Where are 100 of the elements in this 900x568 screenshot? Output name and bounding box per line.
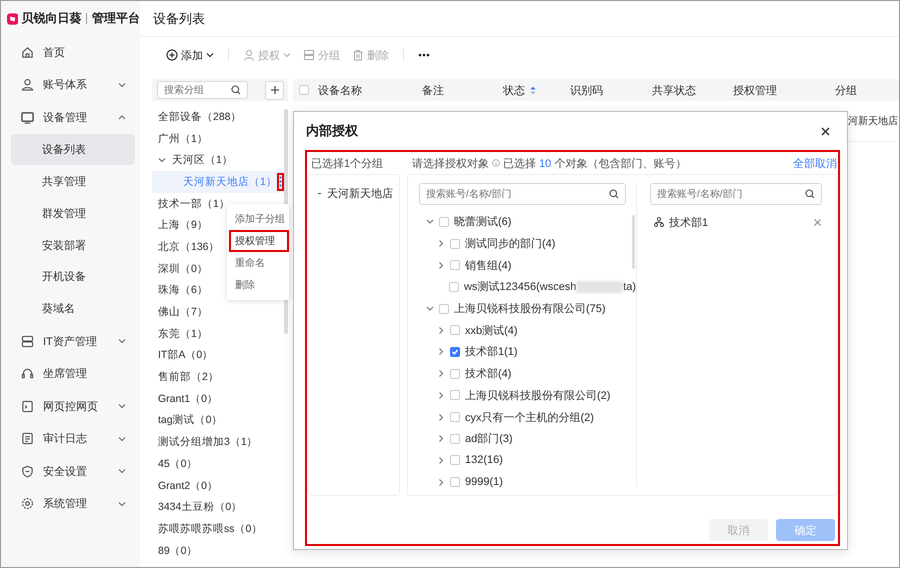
group-item[interactable]: Grant2（0） <box>152 474 288 496</box>
checkbox[interactable] <box>450 477 460 488</box>
chevron-icon[interactable] <box>437 414 445 421</box>
tree-item-label: cyx只有一个主机的分组(2) <box>465 410 594 425</box>
checkbox[interactable] <box>439 216 449 227</box>
checkbox[interactable] <box>299 85 309 95</box>
nav-item[interactable]: 设备列表 <box>11 134 135 166</box>
group-item[interactable]: 东莞（1） <box>152 322 288 345</box>
group-item[interactable]: tag测试（0） <box>152 410 288 432</box>
checkbox[interactable] <box>439 304 449 314</box>
chevron-icon[interactable] <box>437 392 445 399</box>
nav-item[interactable]: 共享管理 <box>11 166 135 197</box>
nav-item[interactable]: 首页 <box>1 36 140 68</box>
group-item[interactable]: 45（0） <box>152 453 288 475</box>
tree-item-label: xxb测试(4) <box>465 324 518 338</box>
column-header: 状态 <box>503 82 570 98</box>
tree-item-label: ad部门(3) <box>465 432 513 446</box>
nav-item[interactable]: 坐席管理 <box>1 357 140 390</box>
nav-item[interactable]: 账号体系 <box>1 68 140 101</box>
menu-item[interactable]: 重命名 <box>229 252 289 274</box>
add-group-button[interactable] <box>265 80 284 100</box>
group-item[interactable]: 测试分组增加3（1） <box>152 431 288 453</box>
chevron-icon[interactable] <box>437 435 445 442</box>
headset-icon <box>21 367 34 380</box>
group-item[interactable]: 广州（1） <box>152 128 288 150</box>
group-item[interactable]: 售前部（2） <box>152 366 288 388</box>
selected-group: 天河新天地店 <box>309 183 399 203</box>
column-header: 设备名称 <box>318 84 363 98</box>
menu-item[interactable]: 添加子分组 <box>229 208 289 230</box>
nav-item[interactable]: 安装部署 <box>11 230 135 260</box>
checkbox[interactable] <box>450 346 460 357</box>
table-cell-text: 河新天地店 <box>848 114 898 128</box>
group-icon <box>303 49 315 61</box>
more-icon[interactable] <box>418 53 430 57</box>
search-field[interactable]: 搜索账号/名称/部门 <box>419 183 626 205</box>
nav-item[interactable]: 群发管理 <box>11 198 135 229</box>
tree-item-label: 技术部(4) <box>465 366 512 382</box>
nav-item[interactable]: 安全设置 <box>1 454 140 488</box>
chevron-icon[interactable] <box>426 218 434 226</box>
menu-item[interactable]: 授权管理 <box>229 230 289 252</box>
group-item[interactable]: 89（0） <box>152 540 288 562</box>
chevron-icon[interactable] <box>437 348 445 356</box>
search-field[interactable]: 搜索账号/名称/部门 <box>650 183 822 205</box>
doc-icon <box>21 432 34 445</box>
group-item[interactable]: 苏喂苏喂苏喂ss（0） <box>152 518 288 540</box>
checkbox[interactable] <box>450 238 460 249</box>
caret-icon <box>206 52 214 58</box>
clear-all-link[interactable]: 全部取消 <box>793 156 837 170</box>
close-icon[interactable] <box>821 126 830 136</box>
checkbox[interactable] <box>450 455 460 466</box>
remove-icon[interactable] <box>814 218 821 226</box>
tree-item-label: 9999(1) <box>465 476 503 488</box>
brand-name: 贝锐向日葵 <box>21 10 82 27</box>
checkbox[interactable] <box>449 282 459 292</box>
tree-item-label: 上海贝锐科技股份有限公司(2) <box>465 388 610 403</box>
group-item[interactable]: 佛山（7） <box>152 301 288 323</box>
chevron-icon[interactable] <box>437 240 445 248</box>
search-field[interactable]: 搜索分组 <box>157 81 248 99</box>
home-icon <box>21 46 34 59</box>
checkbox[interactable] <box>450 368 460 379</box>
nav-item[interactable]: 审计日志 <box>1 422 140 455</box>
nav-item[interactable]: 设备管理 <box>1 101 140 134</box>
checkbox[interactable] <box>450 412 460 422</box>
nav-item[interactable]: 葵域名 <box>11 293 135 324</box>
group-item[interactable]: 全部设备（288） <box>152 106 288 128</box>
chevron-icon[interactable] <box>437 456 445 464</box>
tree-item-label: 上海贝锐科技股份有限公司(75) <box>454 302 606 316</box>
prompt-label: 请选择授权对象 <box>412 156 489 170</box>
checkbox[interactable] <box>450 434 460 444</box>
group-item[interactable]: IT部A（0） <box>152 344 288 366</box>
info-icon <box>492 159 500 167</box>
chevron-icon[interactable] <box>437 478 445 486</box>
checkbox[interactable] <box>450 325 460 336</box>
menu-item[interactable]: 删除 <box>229 274 289 296</box>
sort-icon[interactable] <box>530 86 536 94</box>
group-item[interactable]: 3434土豆粉（0） <box>152 496 288 518</box>
checkbox[interactable] <box>450 390 460 400</box>
column-header: 分组 <box>835 84 858 98</box>
nav-item[interactable]: 开机设备 <box>11 261 135 292</box>
product-name: 管理平台 <box>92 10 140 27</box>
chevron-icon[interactable] <box>437 370 445 378</box>
toolbar-button[interactable]: 添加 <box>164 48 216 62</box>
column-header: 授权管理 <box>733 84 778 98</box>
group-item[interactable]: 天河区（1） <box>152 149 288 172</box>
chevron-icon[interactable] <box>437 326 445 334</box>
nav-item[interactable]: 系统管理 <box>1 487 140 520</box>
chevron-icon[interactable] <box>437 262 445 269</box>
selection-count-text: 已选择 10 个对象（包含部门、账号） <box>503 156 686 170</box>
selected-groups-label: 已选择1个分组 <box>310 156 384 170</box>
tree-item-label: 测试同步的部门(4) <box>465 236 556 252</box>
tree-item-label: ws测试123456(wscesh <box>464 280 576 294</box>
plus-icon <box>270 85 280 95</box>
group-item[interactable]: Grant1（0） <box>152 388 288 410</box>
checkbox[interactable] <box>450 260 460 270</box>
nav-item[interactable]: 网页控网页 <box>1 390 140 422</box>
chevron-icon[interactable] <box>426 305 434 312</box>
search-icon <box>805 189 815 199</box>
nav-item[interactable]: IT资产管理 <box>1 324 140 358</box>
tree-item-label: 晓蕾测试(6) <box>454 214 512 230</box>
trash-icon <box>352 49 364 61</box>
